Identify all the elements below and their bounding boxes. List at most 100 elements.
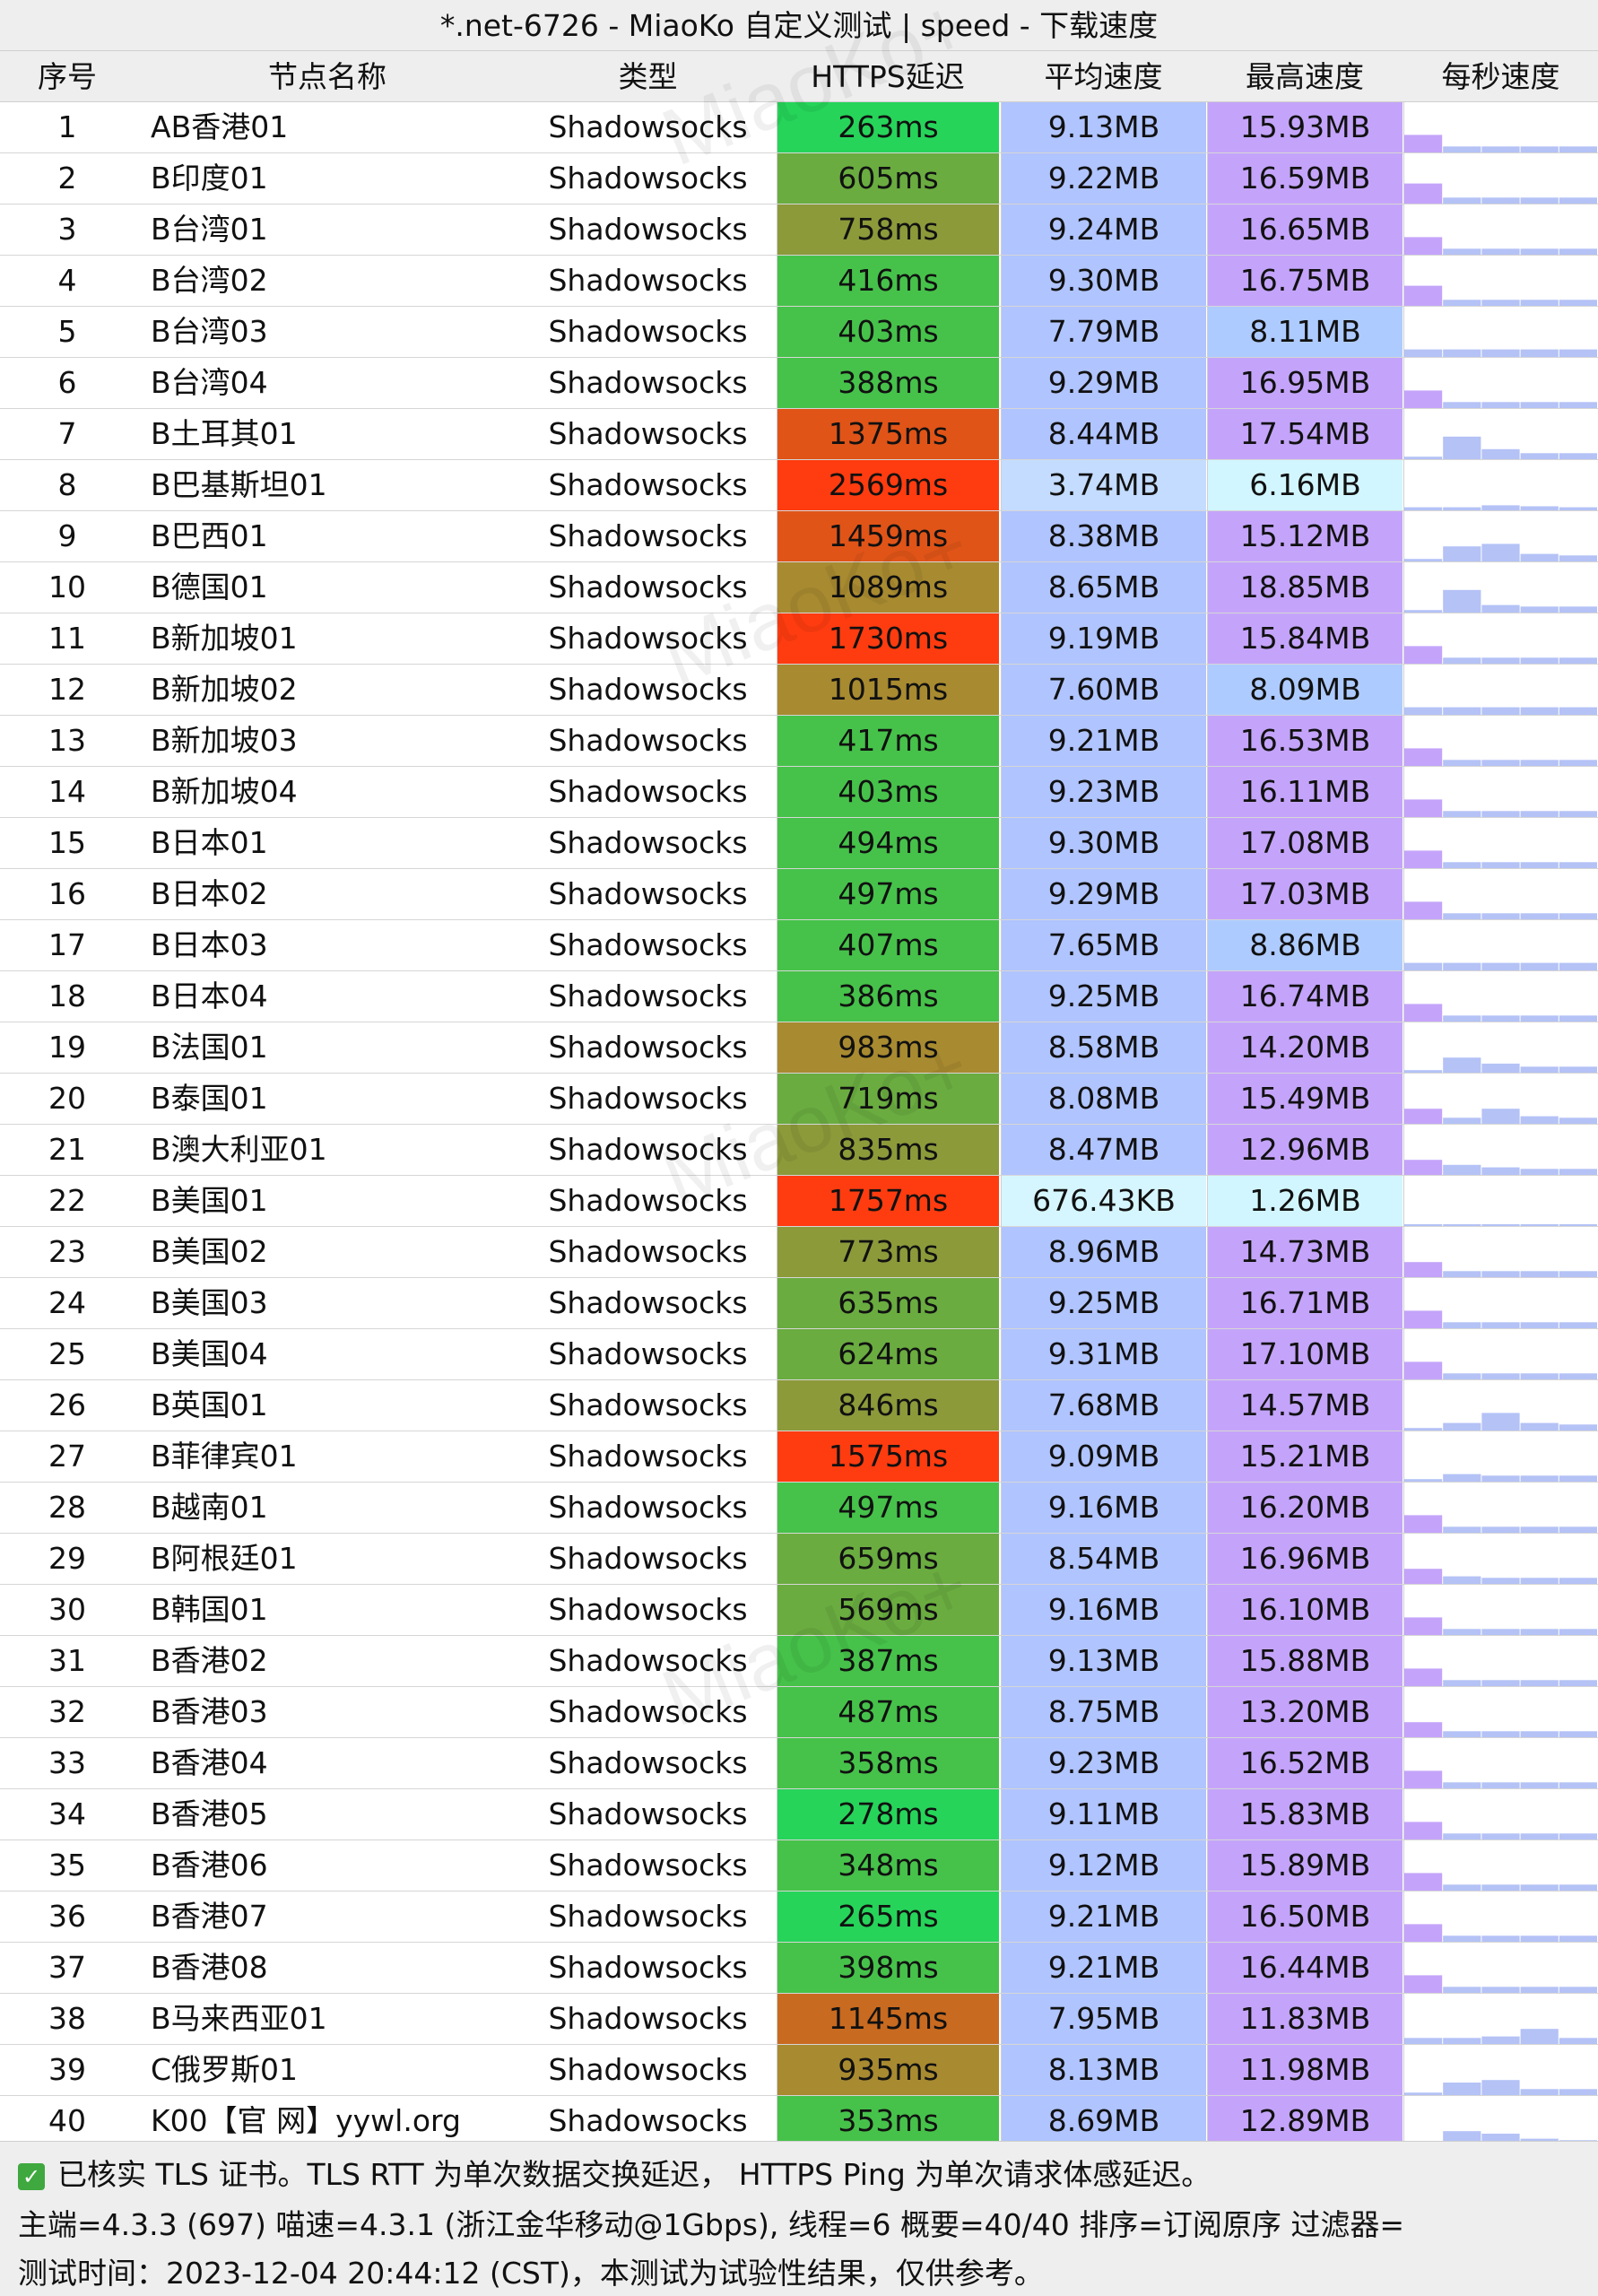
node-name: B新加坡03 [151, 723, 298, 758]
table-row[interactable]: 20 B泰国01 Shadowsocks 719ms 8.08MB 15.49MB [0, 1074, 1598, 1125]
table-row[interactable]: 30 B韩国01 Shadowsocks 569ms 9.16MB 16.10MB [0, 1585, 1598, 1636]
node-type: Shadowsocks [548, 1745, 748, 1780]
table-row[interactable]: 22 B美国01 Shadowsocks 1757ms 676.43KB 1.26MB [0, 1176, 1598, 1227]
table-row[interactable]: 3 B台湾01 Shadowsocks 758ms 9.24MB 16.65MB [0, 204, 1598, 256]
table-row[interactable]: 35 B香港06 Shadowsocks 348ms 9.12MB 15.89MB [0, 1840, 1598, 1892]
node-name: B台湾01 [151, 212, 268, 247]
node-type: Shadowsocks [548, 876, 748, 911]
table-row[interactable]: 15 B日本01 Shadowsocks 494ms 9.30MB 17.08MB [0, 818, 1598, 869]
table-row[interactable]: 1 AB香港01 Shadowsocks 263ms 9.13MB 15.93MB [0, 102, 1598, 153]
table-row[interactable]: 4 B台湾02 Shadowsocks 416ms 9.30MB 16.75MB [0, 256, 1598, 307]
table-row[interactable]: 12 B新加坡02 Shadowsocks 1015ms 7.60MB 8.09MB [0, 665, 1598, 716]
table-row[interactable]: 32 B香港03 Shadowsocks 487ms 8.75MB 13.20MB [0, 1687, 1598, 1738]
latency-cell: 2569ms [777, 460, 999, 510]
sparkline-chart [1404, 1924, 1597, 1942]
sparkline-chart [1404, 1262, 1597, 1277]
table-row[interactable]: 27 B菲律宾01 Shadowsocks 1575ms 9.09MB 15.21MB [0, 1431, 1598, 1483]
sparkline-bar [1520, 1680, 1559, 1686]
table-row[interactable]: 24 B美国03 Shadowsocks 635ms 9.25MB 16.71MB [0, 1278, 1598, 1329]
sparkline-bar [1481, 1680, 1520, 1686]
table-row[interactable]: 2 B印度01 Shadowsocks 605ms 9.22MB 16.59MB [0, 153, 1598, 204]
avg-speed-cell: 8.75MB [1001, 1687, 1206, 1737]
table-row[interactable]: 10 B德国01 Shadowsocks 1089ms 8.65MB 18.85MB [0, 562, 1598, 613]
table-row[interactable]: 37 B香港08 Shadowsocks 398ms 9.21MB 16.44MB [0, 1943, 1598, 1994]
sparkline-bar [1443, 1118, 1481, 1124]
sparkline-chart [1404, 962, 1597, 970]
table-row[interactable]: 17 B日本03 Shadowsocks 407ms 7.65MB 8.86MB [0, 920, 1598, 971]
table-row[interactable]: 8 B巴基斯坦01 Shadowsocks 2569ms 3.74MB 6.16MB [0, 460, 1598, 511]
header-https-latency[interactable]: HTTPS延迟 [777, 51, 999, 102]
sparkline-bar [1520, 349, 1559, 357]
row-index: 11 [48, 621, 86, 656]
node-name: C俄罗斯01 [151, 2052, 299, 2087]
avg-speed-cell: 9.19MB [1001, 613, 1206, 664]
sparkline-bar [1559, 657, 1597, 664]
latency-cell: 386ms [777, 971, 999, 1022]
table-row[interactable]: 14 B新加坡04 Shadowsocks 403ms 9.23MB 16.11MB [0, 767, 1598, 818]
sparkline-bar [1520, 962, 1559, 970]
header-type[interactable]: 类型 [520, 51, 776, 102]
node-name: B香港06 [151, 1848, 268, 1883]
table-row[interactable]: 39 C俄罗斯01 Shadowsocks 935ms 8.13MB 11.98MB [0, 2045, 1598, 2096]
latency-cell: 935ms [777, 2045, 999, 2095]
sparkline-bar [1559, 962, 1597, 970]
table-row[interactable]: 31 B香港02 Shadowsocks 387ms 9.13MB 15.88MB [0, 1636, 1598, 1687]
max-speed-cell: 6.16MB [1207, 460, 1403, 510]
sparkline-chart [1404, 349, 1597, 357]
sparkline-bar [1520, 1578, 1559, 1584]
avg-speed-cell: 8.44MB [1001, 409, 1206, 459]
table-row[interactable]: 34 B香港05 Shadowsocks 278ms 9.11MB 15.83MB [0, 1789, 1598, 1840]
header-max-speed[interactable]: 最高速度 [1207, 51, 1403, 102]
per-second-speed-sparkline [1403, 1994, 1598, 2044]
node-name: B新加坡04 [151, 774, 298, 809]
footer-note: 已核实 TLS 证书。TLS RTT 为单次数据交换延迟， HTTPS Ping… [57, 2157, 1212, 2192]
header-node-name[interactable]: 节点名称 [135, 51, 520, 102]
table-row[interactable]: 23 B美国02 Shadowsocks 773ms 8.96MB 14.73MB [0, 1227, 1598, 1278]
sparkline-bar [1443, 589, 1481, 613]
latency-cell: 659ms [777, 1534, 999, 1584]
table-row[interactable]: 40 K00【官 网】yywl.org Shadowsocks 353ms 8.69MB… [0, 2096, 1598, 2147]
table-row[interactable]: 36 B香港07 Shadowsocks 265ms 9.21MB 16.50MB [0, 1892, 1598, 1943]
table-row[interactable]: 19 B法国01 Shadowsocks 983ms 8.58MB 14.20MB [0, 1022, 1598, 1074]
table-row[interactable]: 16 B日本02 Shadowsocks 497ms 9.29MB 17.03MB [0, 869, 1598, 920]
avg-speed-cell: 8.58MB [1001, 1022, 1206, 1073]
sparkline-bar [1559, 913, 1597, 919]
table-row[interactable]: 38 B马来西亚01 Shadowsocks 1145ms 7.95MB 11.83MB [0, 1994, 1598, 2045]
table-row[interactable]: 28 B越南01 Shadowsocks 497ms 9.16MB 16.20MB [0, 1483, 1598, 1534]
table-row[interactable]: 13 B新加坡03 Shadowsocks 417ms 9.21MB 16.53MB [0, 716, 1598, 767]
avg-speed-cell: 9.12MB [1001, 1840, 1206, 1891]
header-avg-speed[interactable]: 平均速度 [1001, 51, 1206, 102]
table-row[interactable]: 7 B土耳其01 Shadowsocks 1375ms 8.44MB 17.54MB [0, 409, 1598, 460]
sparkline-bar [1404, 2038, 1443, 2044]
table-row[interactable]: 6 B台湾04 Shadowsocks 388ms 9.29MB 16.95MB [0, 358, 1598, 409]
table-row[interactable]: 5 B台湾03 Shadowsocks 403ms 7.79MB 8.11MB [0, 307, 1598, 358]
node-name: K00【官 网】yywl.org [151, 2103, 461, 2138]
table-row[interactable]: 26 B英国01 Shadowsocks 846ms 7.68MB 14.57MB [0, 1380, 1598, 1431]
sparkline-bar [1481, 402, 1520, 408]
header-index[interactable]: 序号 [0, 51, 135, 102]
sparkline-bar [1520, 146, 1559, 152]
table-row[interactable]: 33 B香港04 Shadowsocks 358ms 9.23MB 16.52MB [0, 1738, 1598, 1789]
table-row[interactable]: 21 B澳大利亚01 Shadowsocks 835ms 8.47MB 12.96MB [0, 1125, 1598, 1176]
sparkline-bar [1520, 1526, 1559, 1533]
table-row[interactable]: 9 B巴西01 Shadowsocks 1459ms 8.38MB 15.12MB [0, 511, 1598, 562]
header-per-second-speed[interactable]: 每秒速度 [1403, 51, 1598, 102]
sparkline-bar [1559, 507, 1597, 510]
table-row[interactable]: 11 B新加坡01 Shadowsocks 1730ms 9.19MB 15.84MB [0, 613, 1598, 665]
table-row[interactable]: 25 B美国04 Shadowsocks 624ms 9.31MB 17.10MB [0, 1329, 1598, 1380]
avg-speed-cell: 9.13MB [1001, 102, 1206, 152]
sparkline-bar [1443, 1935, 1481, 1942]
avg-speed-cell: 8.54MB [1001, 1534, 1206, 1584]
sparkline-chart [1404, 1668, 1597, 1686]
node-name: B日本02 [151, 876, 268, 911]
avg-speed-cell: 9.23MB [1001, 767, 1206, 817]
sparkline-bar [1559, 349, 1597, 357]
node-type: Shadowsocks [548, 2001, 748, 2036]
table-row[interactable]: 29 B阿根廷01 Shadowsocks 659ms 8.54MB 16.96MB [0, 1534, 1598, 1585]
sparkline-bar [1481, 1167, 1520, 1175]
latency-cell: 1145ms [777, 1994, 999, 2044]
avg-speed-cell: 9.30MB [1001, 818, 1206, 868]
node-type: Shadowsocks [548, 1081, 748, 1116]
node-type: Shadowsocks [548, 1541, 748, 1576]
table-row[interactable]: 18 B日本04 Shadowsocks 386ms 9.25MB 16.74MB [0, 971, 1598, 1022]
